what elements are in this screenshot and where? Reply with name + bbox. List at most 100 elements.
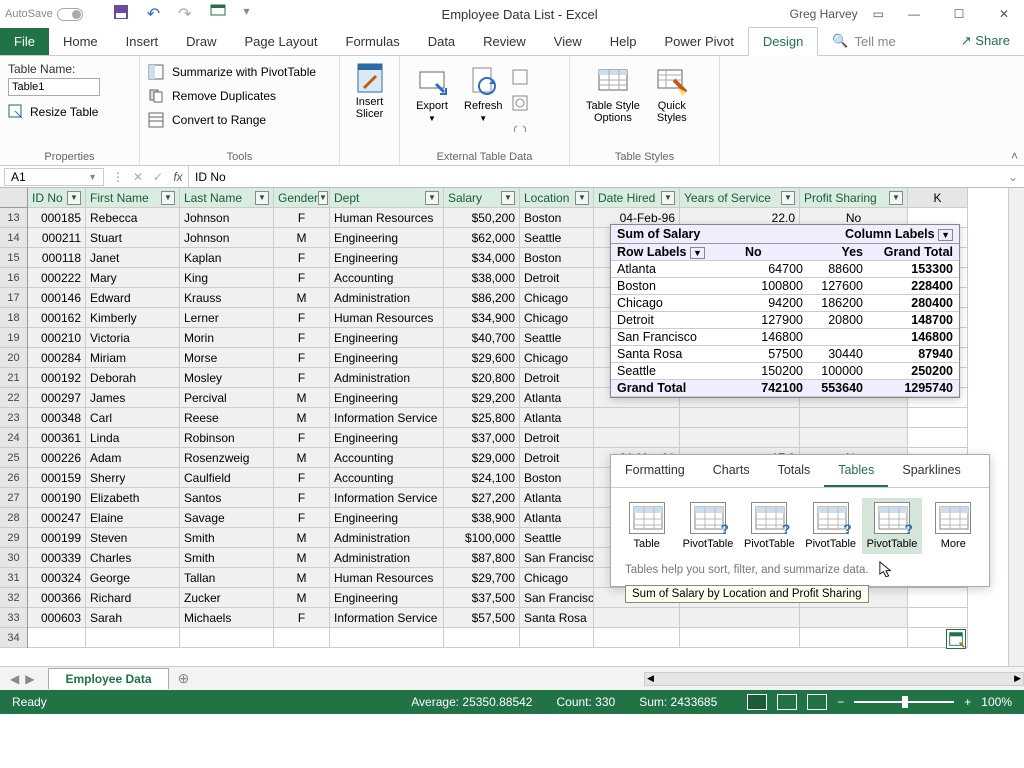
column-header[interactable]: Last Name▼ xyxy=(180,188,274,208)
cell[interactable]: F xyxy=(274,348,330,368)
cell[interactable]: Accounting xyxy=(330,268,444,288)
cell[interactable]: 000199 xyxy=(28,528,86,548)
cell[interactable]: Administration xyxy=(330,528,444,548)
cell[interactable]: F xyxy=(274,368,330,388)
cell[interactable]: Robinson xyxy=(180,428,274,448)
name-box-expand-icon[interactable]: ⋮ xyxy=(108,170,128,184)
cell[interactable]: Krauss xyxy=(180,288,274,308)
qa-option[interactable]: ?PivotTable xyxy=(740,498,799,554)
sheet-prev-icon[interactable]: ◀ xyxy=(10,672,19,686)
cell[interactable]: $100,000 xyxy=(444,528,520,548)
formula-expand-icon[interactable]: ⌄ xyxy=(1002,170,1024,184)
cell[interactable]: $38,900 xyxy=(444,508,520,528)
cell[interactable]: Smith xyxy=(180,548,274,568)
cell[interactable] xyxy=(594,408,680,428)
row-number[interactable]: 33 xyxy=(0,608,27,628)
tab-insert[interactable]: Insert xyxy=(112,28,173,55)
qa-tab-totals[interactable]: Totals xyxy=(764,455,825,487)
cell[interactable]: 000348 xyxy=(28,408,86,428)
fx-icon[interactable]: fx xyxy=(168,170,188,184)
name-box[interactable]: A1▼ xyxy=(4,168,104,186)
cell[interactable]: $37,500 xyxy=(444,588,520,608)
column-header[interactable]: Gender▼ xyxy=(274,188,330,208)
cell[interactable]: $34,000 xyxy=(444,248,520,268)
filter-dropdown-icon[interactable]: ▼ xyxy=(889,191,903,205)
cell[interactable]: 000185 xyxy=(28,208,86,228)
maximize-icon[interactable]: ☐ xyxy=(944,7,974,21)
cell[interactable]: F xyxy=(274,608,330,628)
tell-me-search[interactable]: 🔍 Tell me xyxy=(818,27,909,55)
zoom-slider[interactable] xyxy=(854,701,954,703)
row-number[interactable]: 32 xyxy=(0,588,27,608)
cell[interactable]: Information Service xyxy=(330,608,444,628)
cell[interactable]: Charles xyxy=(86,548,180,568)
cell[interactable] xyxy=(594,608,680,628)
unlink-icon[interactable] xyxy=(511,120,529,138)
qa-option[interactable]: Table xyxy=(617,498,676,554)
filter-dropdown-icon[interactable]: ▼ xyxy=(425,191,439,205)
table-row[interactable] xyxy=(28,628,1024,648)
formula-input[interactable]: ID No xyxy=(188,166,1002,187)
qa-tab-charts[interactable]: Charts xyxy=(699,455,764,487)
column-header[interactable]: Location▼ xyxy=(520,188,594,208)
cell[interactable]: Chicago xyxy=(520,348,594,368)
cell[interactable]: F xyxy=(274,428,330,448)
cell[interactable] xyxy=(800,428,908,448)
cell[interactable]: Seattle xyxy=(520,328,594,348)
ribbon-display-icon[interactable]: ▭ xyxy=(873,7,884,21)
row-number[interactable]: 18 xyxy=(0,308,27,328)
cell[interactable]: Caulfield xyxy=(180,468,274,488)
insert-slicer-button[interactable]: Insert Slicer xyxy=(348,60,391,122)
row-number[interactable]: 29 xyxy=(0,528,27,548)
redo-icon[interactable]: ↷ xyxy=(178,4,191,24)
cell[interactable]: King xyxy=(180,268,274,288)
summarize-pivot-button[interactable]: Summarize with PivotTable xyxy=(148,64,331,80)
export-button[interactable]: Export▼ xyxy=(408,64,456,161)
cell[interactable]: M xyxy=(274,228,330,248)
cell[interactable]: 000339 xyxy=(28,548,86,568)
cell[interactable]: Atlanta xyxy=(520,508,594,528)
filter-dropdown-icon[interactable]: ▼ xyxy=(575,191,589,205)
cell[interactable]: F xyxy=(274,328,330,348)
cell[interactable]: 000366 xyxy=(28,588,86,608)
cell[interactable]: Steven xyxy=(86,528,180,548)
cell[interactable]: $38,000 xyxy=(444,268,520,288)
customize-icon[interactable] xyxy=(210,4,226,24)
zoom-in-icon[interactable]: + xyxy=(964,695,971,709)
cell[interactable] xyxy=(680,428,800,448)
view-page-break-icon[interactable] xyxy=(807,694,827,710)
cell[interactable]: F xyxy=(274,208,330,228)
cell[interactable]: 000210 xyxy=(28,328,86,348)
cell[interactable]: 000211 xyxy=(28,228,86,248)
cell[interactable] xyxy=(800,608,908,628)
cell[interactable]: Seattle xyxy=(520,228,594,248)
tab-view[interactable]: View xyxy=(540,28,596,55)
tab-help[interactable]: Help xyxy=(596,28,651,55)
cell[interactable]: 000190 xyxy=(28,488,86,508)
cell[interactable]: Boston xyxy=(520,248,594,268)
tab-draw[interactable]: Draw xyxy=(172,28,230,55)
cell[interactable]: M xyxy=(274,588,330,608)
resize-table-button[interactable]: Resize Table xyxy=(8,104,131,120)
cell[interactable]: Atlanta xyxy=(520,488,594,508)
row-number[interactable]: 15 xyxy=(0,248,27,268)
cell[interactable]: Linda xyxy=(86,428,180,448)
cell[interactable]: M xyxy=(274,388,330,408)
row-number[interactable]: 17 xyxy=(0,288,27,308)
cell[interactable]: F xyxy=(274,268,330,288)
cell[interactable]: 000247 xyxy=(28,508,86,528)
cell[interactable]: 000603 xyxy=(28,608,86,628)
cell[interactable]: Morse xyxy=(180,348,274,368)
cell[interactable]: $86,200 xyxy=(444,288,520,308)
cell[interactable]: Smith xyxy=(180,528,274,548)
cell[interactable]: Rosenzweig xyxy=(180,448,274,468)
cell[interactable]: 000284 xyxy=(28,348,86,368)
cell[interactable]: Zucker xyxy=(180,588,274,608)
tab-formulas[interactable]: Formulas xyxy=(332,28,414,55)
column-header[interactable]: Profit Sharing▼ xyxy=(800,188,908,208)
quick-analysis-trigger[interactable] xyxy=(946,629,966,649)
column-header[interactable]: Salary▼ xyxy=(444,188,520,208)
zoom-out-icon[interactable]: − xyxy=(837,695,844,709)
save-icon[interactable] xyxy=(113,4,129,24)
properties-icon[interactable] xyxy=(511,68,529,86)
